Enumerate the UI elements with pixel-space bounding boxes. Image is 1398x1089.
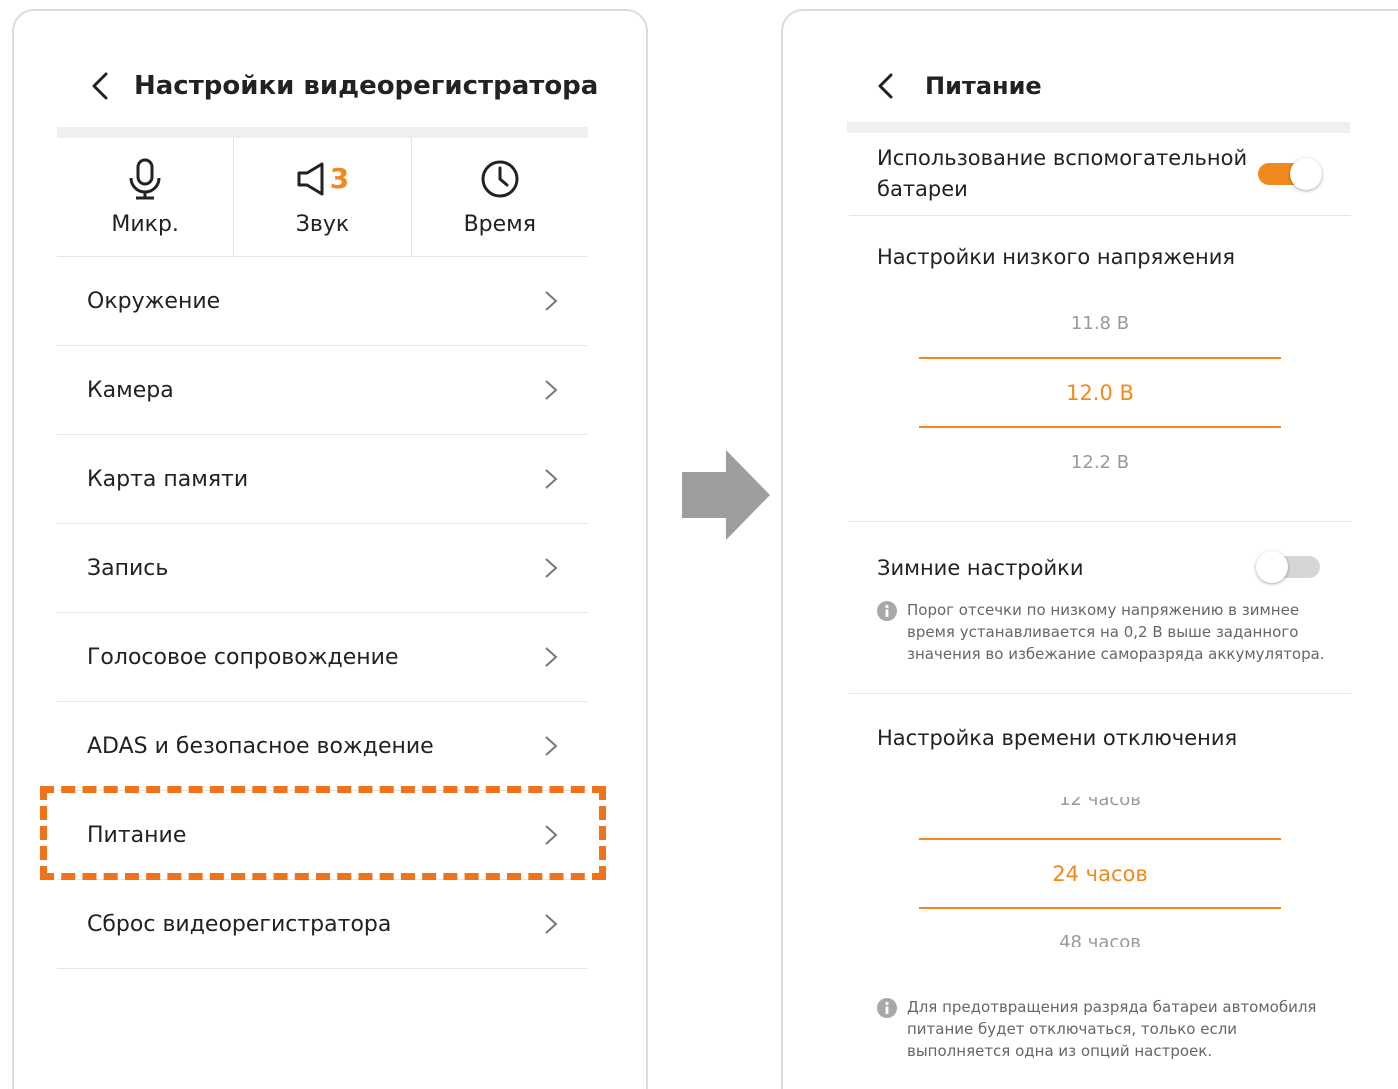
shutdown-info-line1: Для предотвращения разряда батареи автом… xyxy=(907,998,1317,1016)
picker-clip-top: 12 часов xyxy=(783,797,1398,811)
quick-time-button[interactable]: Время xyxy=(410,138,588,256)
quick-sound-button[interactable]: 3 Звук xyxy=(233,138,410,256)
speaker-icon xyxy=(297,162,324,195)
chevron-right-icon xyxy=(545,736,558,756)
shutdown-info-line2: питание будет отключаться, только если xyxy=(907,1020,1238,1038)
picker-selection-line xyxy=(919,426,1281,428)
quick-settings-row: Микр. 3 Звук Время xyxy=(57,138,588,256)
chevron-right-icon xyxy=(545,914,558,934)
menu-item-voice-guidance[interactable]: Голосовое сопровождение xyxy=(57,613,588,702)
back-arrow-icon[interactable] xyxy=(871,69,905,103)
dashcam-settings-panel: Настройки видеорегистратора Микр. 3 Звук… xyxy=(12,9,648,1089)
aux-battery-label-line1: Использование вспомогательной xyxy=(877,146,1248,170)
info-icon xyxy=(877,601,897,621)
voltage-option-below[interactable]: 12.2 В xyxy=(919,452,1281,473)
aux-battery-toggle[interactable] xyxy=(1256,158,1322,190)
row-divider xyxy=(849,693,1351,694)
time-option-below[interactable]: 48 часов xyxy=(919,932,1281,947)
quick-mic-button[interactable]: Микр. xyxy=(57,138,233,256)
microphone-icon xyxy=(129,158,161,199)
quick-mic-label: Микр. xyxy=(111,211,179,237)
picker-selection-line xyxy=(919,838,1281,840)
menu-item-label: Окружение xyxy=(87,288,221,314)
menu-item-label: Сброс видеорегистратора xyxy=(87,911,392,937)
page-title: Питание xyxy=(925,72,1042,100)
menu-item-adas[interactable]: ADAS и безопасное вождение xyxy=(57,702,588,791)
winter-info-line3: значения во избежание саморазряда аккуму… xyxy=(907,645,1325,663)
time-option-above[interactable]: 12 часов xyxy=(919,797,1281,810)
quick-time-label: Время xyxy=(463,211,537,237)
quick-sound-label: Звук xyxy=(295,211,350,237)
settings-header: Настройки видеорегистратора xyxy=(84,69,598,103)
menu-item-label: Запись xyxy=(87,555,169,581)
page-title: Настройки видеорегистратора xyxy=(134,71,599,101)
menu-item-label: Голосовое сопровождение xyxy=(87,644,399,670)
winter-settings-title: Зимние настройки xyxy=(877,556,1084,580)
chevron-right-icon xyxy=(545,291,558,311)
voltage-option-selected[interactable]: 12.0 В xyxy=(919,381,1281,405)
section-divider xyxy=(847,122,1350,133)
voltage-option-above[interactable]: 11.8 В xyxy=(919,313,1281,334)
time-option-selected[interactable]: 24 часов xyxy=(919,862,1281,886)
winter-info-line2: время устанавливается на 0,2 В выше зада… xyxy=(907,623,1299,641)
menu-item-camera[interactable]: Камера xyxy=(57,346,588,435)
clock-icon xyxy=(481,160,519,197)
menu-item-reset[interactable]: Сброс видеорегистратора xyxy=(57,880,588,969)
power-header: Питание xyxy=(871,69,1042,103)
winter-settings-toggle[interactable] xyxy=(1256,551,1322,583)
picker-clip-bottom: 48 часов xyxy=(783,932,1398,947)
chevron-right-icon xyxy=(545,469,558,489)
aux-battery-label: Использование вспомогательной батареи xyxy=(877,143,1247,205)
back-arrow-icon[interactable] xyxy=(84,69,118,103)
menu-item-label: ADAS и безопасное вождение xyxy=(87,733,434,759)
menu-item-recording[interactable]: Запись xyxy=(57,524,588,613)
chevron-right-icon xyxy=(545,380,558,400)
menu-item-environment[interactable]: Окружение xyxy=(57,257,588,346)
aux-battery-label-line2: батареи xyxy=(877,177,968,201)
section-divider xyxy=(57,127,588,138)
menu-item-memory-card[interactable]: Карта памяти xyxy=(57,435,588,524)
power-highlight-box xyxy=(40,786,606,880)
chevron-right-icon xyxy=(545,558,558,578)
menu-item-label: Камера xyxy=(87,377,174,403)
shutdown-info-note: Для предотвращения разряда батареи автом… xyxy=(877,996,1316,1062)
sound-level-badge: 3 xyxy=(329,162,350,195)
picker-selection-line xyxy=(919,357,1281,359)
shutdown-info-line3: выполняется одна из опций настроек. xyxy=(907,1042,1213,1060)
chevron-right-icon xyxy=(545,647,558,667)
picker-selection-line xyxy=(919,907,1281,909)
power-settings-panel: Питание Использование вспомогательной ба… xyxy=(781,9,1398,1089)
winter-info-line1: Порог отсечки по низкому напряжению в зи… xyxy=(907,601,1300,619)
winter-info-note: Порог отсечки по низкому напряжению в зи… xyxy=(877,599,1325,665)
transition-arrow-icon xyxy=(682,450,770,540)
low-voltage-title: Настройки низкого напряжения xyxy=(877,245,1236,269)
shutdown-time-title: Настройка времени отключения xyxy=(877,726,1238,750)
row-divider xyxy=(849,521,1351,522)
menu-item-label: Карта памяти xyxy=(87,466,249,492)
info-icon xyxy=(877,998,897,1018)
row-divider xyxy=(849,215,1351,216)
